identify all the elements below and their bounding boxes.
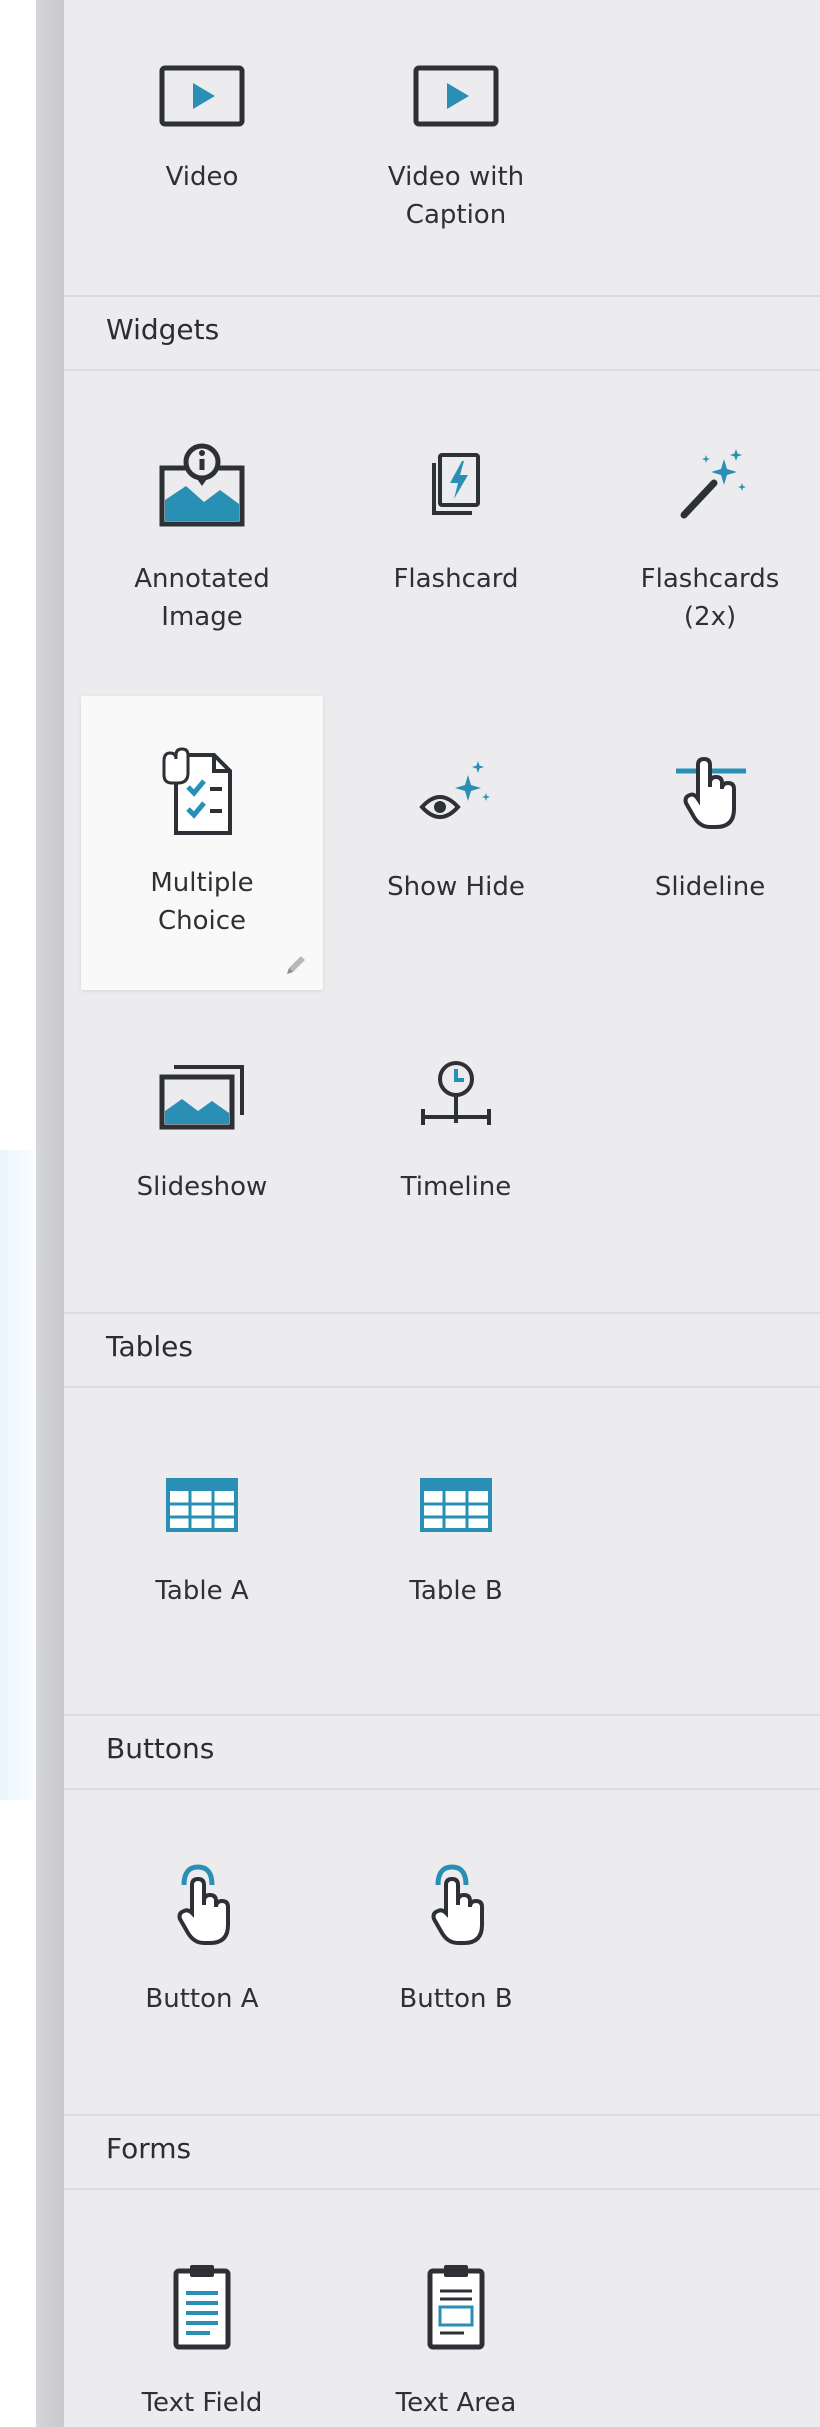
section-header-widgets[interactable]: Widgets [64,295,820,371]
block-table-b[interactable]: Table B [329,1460,583,1640]
block-flashcards-2x[interactable]: Flashcards (2x) [583,440,820,650]
clipboard-text-field-icon [152,2262,252,2352]
eye-sparkle-icon [406,748,506,838]
slideshow-icon [152,1050,252,1140]
block-label: Video with Caption [387,162,525,230]
slideline-icon [660,748,760,838]
video-caption-icon [406,50,506,140]
tap-hand-icon [152,1856,252,1946]
block-button-a[interactable]: Button A [75,1856,329,2046]
block-label: Button B [399,1984,513,2014]
block-label: Button A [145,1984,259,2014]
block-label: Text Area [395,2388,517,2418]
block-label: Annotated Image [134,564,270,632]
block-table-a[interactable]: Table A [75,1460,329,1640]
timeline-icon [406,1050,506,1140]
block-text-field[interactable]: Text Field [75,2262,329,2427]
multiple-choice-icon [152,747,252,838]
pencil-icon[interactable] [281,952,309,980]
block-label: Show Hide [387,872,525,902]
section-header-tables[interactable]: Tables [64,1312,820,1388]
block-button-b[interactable]: Button B [329,1856,583,2046]
block-label: Slideline [654,872,766,902]
block-video[interactable]: Video [75,40,329,240]
block-label: Table B [409,1576,503,1606]
video-icon [152,50,252,140]
section-title: Widgets [106,313,220,346]
block-video-with-caption[interactable]: Video with Caption [329,40,583,240]
tap-hand-icon [406,1856,506,1946]
block-multiple-choice[interactable]: Multiple Choice [81,696,323,990]
block-annotated-image[interactable]: Annotated Image [75,440,329,650]
block-label: Slideshow [136,1172,268,1202]
block-slideshow[interactable]: Slideshow [75,1050,329,1250]
section-title: Forms [106,2132,192,2165]
magic-wand-icon [660,440,760,530]
block-label: Flashcards (2x) [640,564,780,632]
block-label: Multiple Choice [150,868,254,936]
section-title: Buttons [106,1732,215,1765]
clipboard-text-area-icon [406,2262,506,2352]
table-icon [406,1460,506,1550]
block-timeline[interactable]: Timeline [329,1050,583,1250]
block-text-area[interactable]: Text Area [329,2262,583,2427]
block-label: Flashcard [393,564,519,594]
section-header-buttons[interactable]: Buttons [64,1714,820,1790]
block-label: Table A [155,1576,249,1606]
flashcard-icon [406,440,506,530]
canvas-edge-glow [0,1150,40,1800]
block-show-hide[interactable]: Show Hide [329,748,583,958]
sidebar-divider[interactable] [36,0,64,2427]
table-icon [152,1460,252,1550]
section-header-forms[interactable]: Forms [64,2114,820,2190]
block-flashcard[interactable]: Flashcard [329,440,583,650]
block-label: Timeline [400,1172,512,1202]
block-slideline[interactable]: Slideline [583,748,820,958]
grab-cursor-icon [162,747,190,785]
block-label: Video [165,162,239,192]
annotated-image-icon [152,440,252,530]
section-title: Tables [106,1330,193,1363]
block-label: Text Field [141,2388,263,2418]
